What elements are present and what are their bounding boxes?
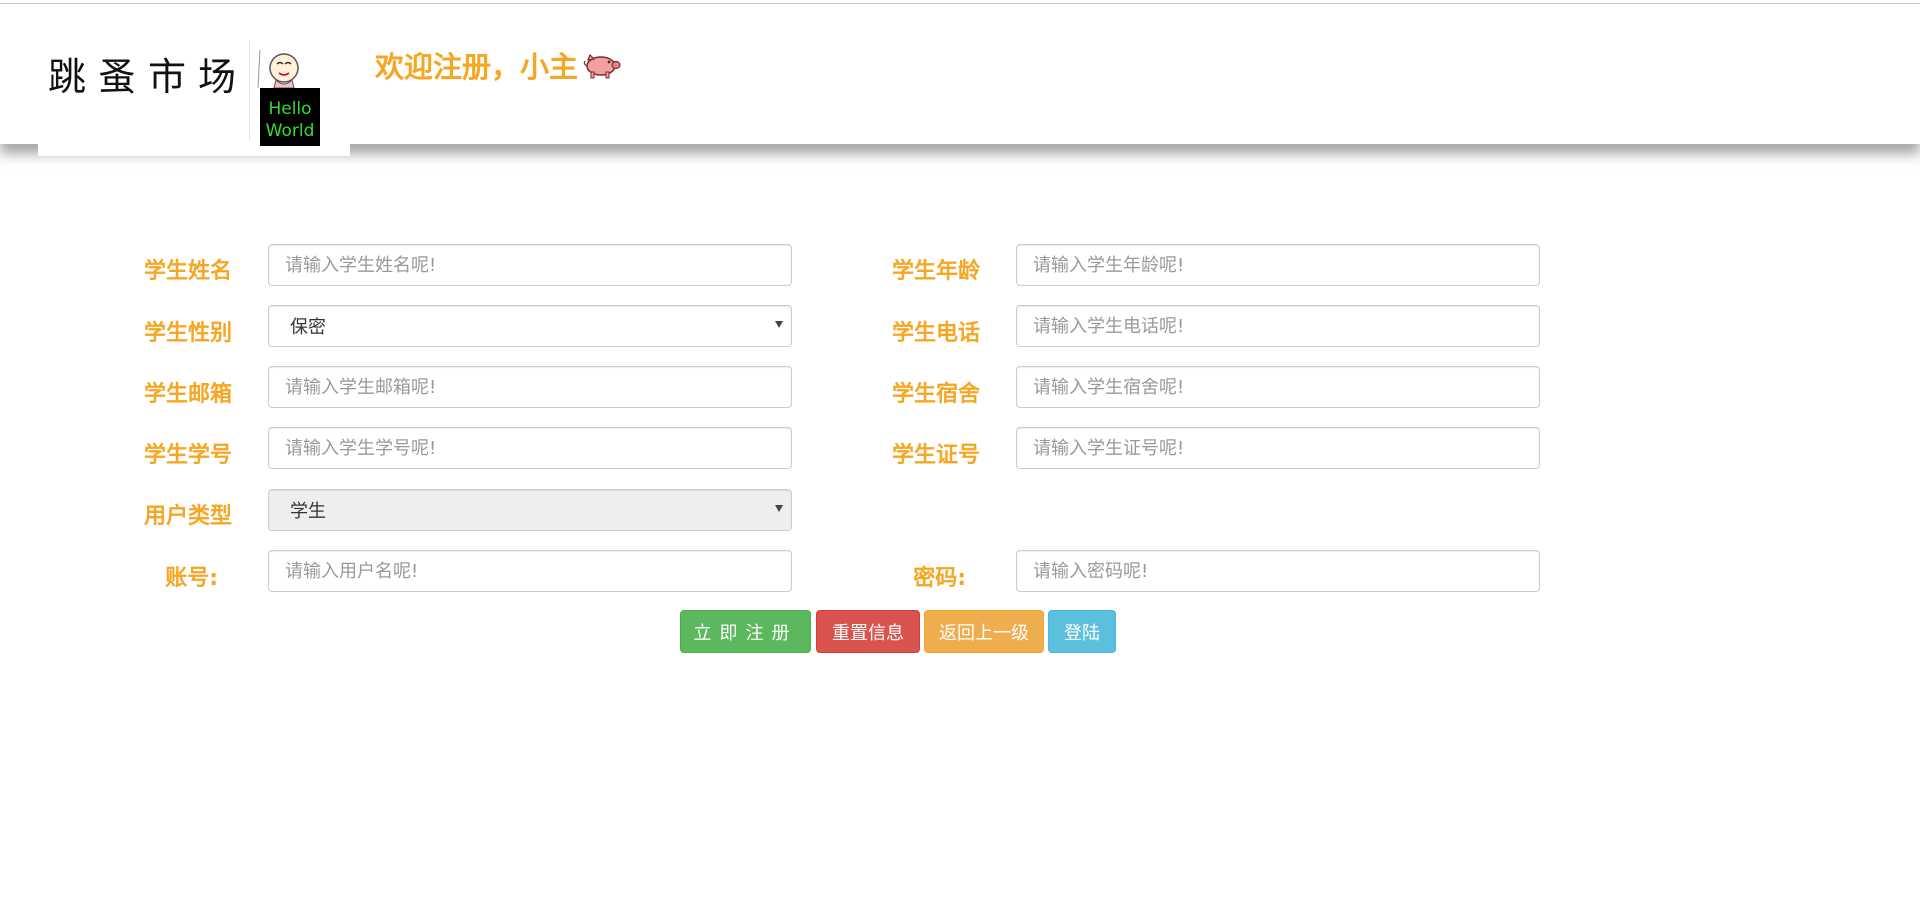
student-gender-select[interactable]: 保密: [268, 305, 792, 347]
user-type-value: 学生: [290, 501, 326, 522]
student-number-input[interactable]: [268, 427, 792, 469]
chevron-down-icon: [775, 505, 783, 512]
label-student-phone: 学生电话: [891, 321, 980, 346]
label-account: 账号:: [165, 566, 218, 591]
logo-text-world: World: [266, 121, 315, 141]
student-dorm-input[interactable]: [1016, 366, 1540, 408]
back-button[interactable]: 返回上一级: [924, 610, 1044, 653]
pig-icon: [583, 53, 621, 79]
password-input[interactable]: [1016, 550, 1540, 592]
student-phone-input[interactable]: [1016, 305, 1540, 347]
user-type-select[interactable]: 学生: [268, 489, 792, 531]
reset-button[interactable]: 重置信息: [816, 610, 920, 653]
label-student-age: 学生年龄: [891, 259, 980, 284]
welcome-title: 欢迎注册，小主: [375, 44, 622, 86]
login-button[interactable]: 登陆: [1048, 610, 1116, 653]
student-id-card-input[interactable]: [1016, 427, 1540, 469]
hello-world-logo: Hello World: [257, 49, 320, 146]
account-input[interactable]: [268, 550, 792, 592]
student-gender-value: 保密: [290, 317, 326, 338]
label-student-id-card: 学生证号: [891, 443, 980, 468]
student-age-input[interactable]: [1016, 244, 1540, 286]
label-student-gender: 学生性别: [143, 321, 232, 346]
label-student-email: 学生邮箱: [143, 382, 232, 407]
site-brand: 跳蚤市场: [48, 55, 249, 99]
label-student-number: 学生学号: [143, 443, 232, 468]
student-name-input[interactable]: [268, 244, 792, 286]
label-password: 密码:: [913, 566, 966, 591]
chevron-down-icon: [775, 321, 783, 328]
label-student-name: 学生姓名: [143, 259, 232, 284]
label-student-dorm: 学生宿舍: [891, 382, 980, 407]
label-user-type: 用户类型: [143, 504, 232, 529]
student-email-input[interactable]: [268, 366, 792, 408]
welcome-text: 欢迎注册，小主: [375, 50, 579, 84]
brand-box: 跳蚤市场 Hello World: [38, 4, 350, 156]
register-button[interactable]: 立即注册: [680, 610, 811, 653]
logo-text-hello: Hello: [268, 99, 311, 119]
